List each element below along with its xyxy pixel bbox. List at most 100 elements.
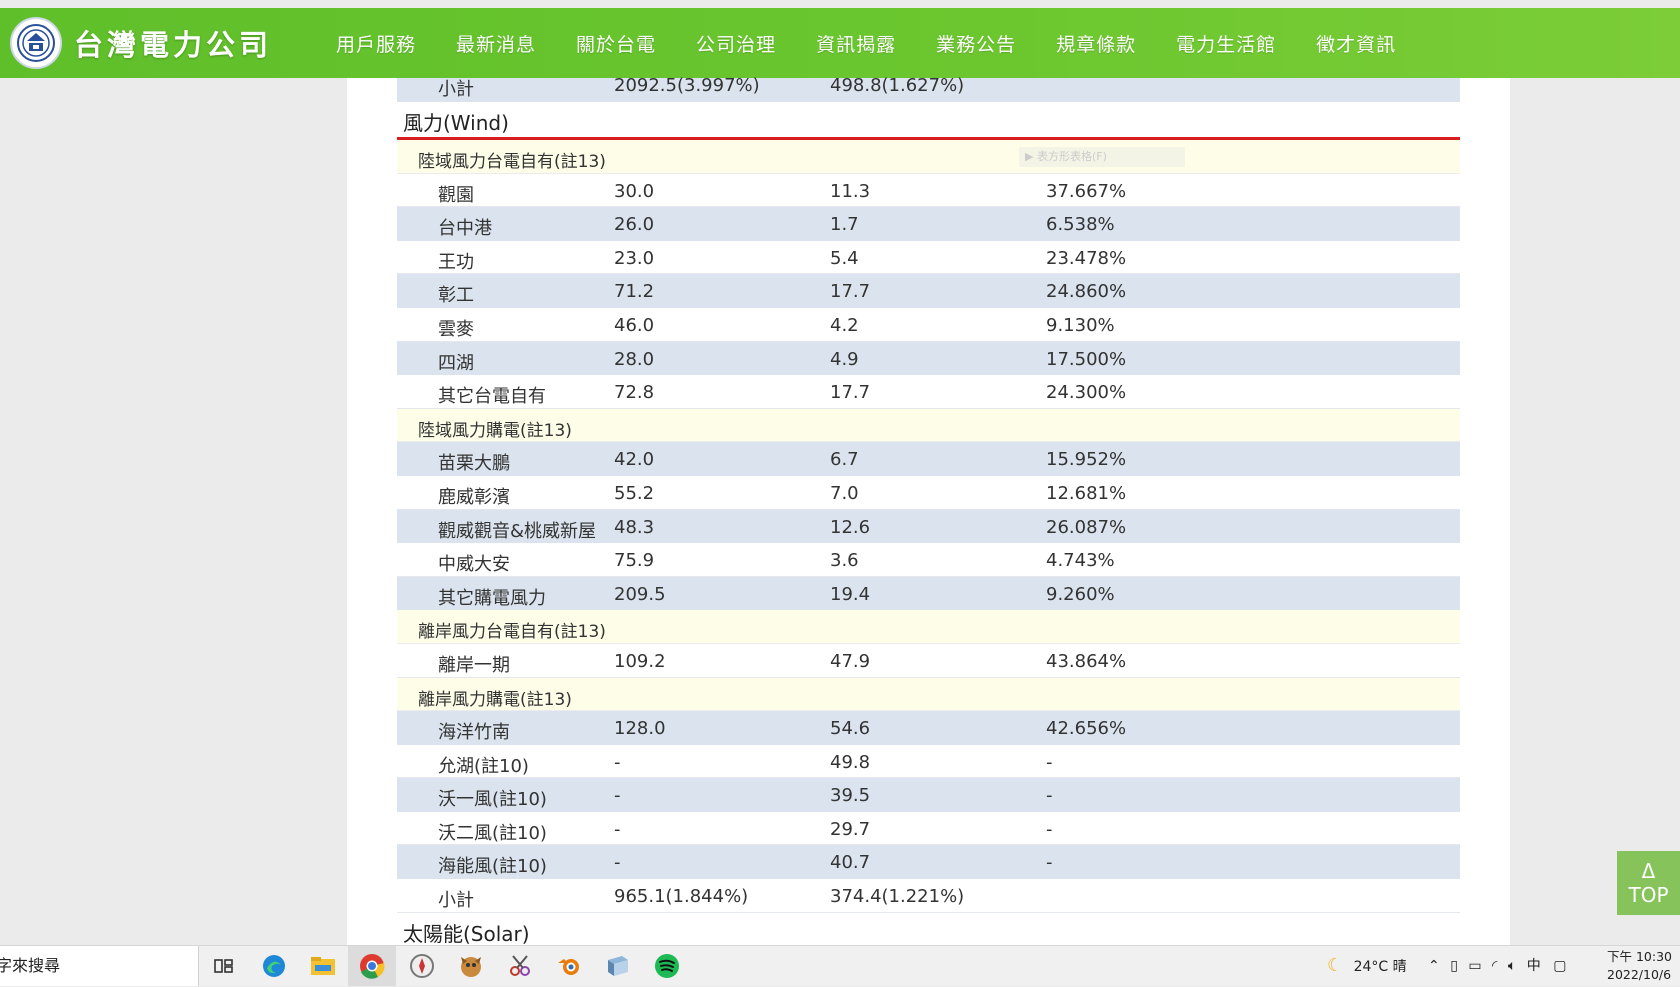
row-capacity: 42.0 xyxy=(614,449,655,471)
row-generation: 19.4 xyxy=(830,583,871,605)
row-capacity: 109.2 xyxy=(614,650,666,672)
nav-item-4[interactable]: 公司治理 xyxy=(696,30,776,57)
table-row: 觀園 30.0 11.3 37.667% xyxy=(397,173,1460,208)
book-app-icon[interactable] xyxy=(604,952,632,980)
row-generation: 17.7 xyxy=(830,382,871,404)
row-factor: 23.478% xyxy=(1046,247,1127,269)
group-header-row: 離岸風力台電自有(註13) xyxy=(397,610,1460,644)
row-name: 離岸一期 xyxy=(438,654,510,676)
row-generation: 11.3 xyxy=(830,180,871,202)
row-capacity: 46.0 xyxy=(614,314,655,336)
system-clock[interactable]: 下午 10:30 2022/10/6 xyxy=(1607,948,1672,984)
up-arrow-icon: Δ xyxy=(1641,859,1656,883)
chrome-browser-icon[interactable] xyxy=(358,952,386,980)
group-label: 離岸風力台電自有(註13) xyxy=(418,622,606,643)
row-generation: 29.7 xyxy=(830,818,871,840)
row-name: 雲麥 xyxy=(438,318,474,340)
compass-app-icon[interactable] xyxy=(408,952,436,980)
row-capacity: - xyxy=(614,818,621,840)
show-hidden-icons-icon[interactable]: ⌃ xyxy=(1428,958,1440,974)
row-capacity: 26.0 xyxy=(614,214,655,236)
task-view-icon[interactable] xyxy=(210,952,238,980)
row-factor: 15.952% xyxy=(1046,449,1127,471)
row-name: 台中港 xyxy=(438,218,492,240)
nav-item-6[interactable]: 業務公告 xyxy=(936,30,1016,57)
row-name: 其它台電自有 xyxy=(438,386,546,408)
row-capacity: 30.0 xyxy=(614,180,655,202)
group-header-row: 陸域風力購電(註13) xyxy=(397,408,1460,443)
taskbar-search-input[interactable]: 字來搜尋 xyxy=(0,946,199,986)
row-capacity: 72.8 xyxy=(614,382,655,404)
site-header: 台灣電力公司 用戶服務 最新消息 關於台電 公司治理 資訊揭露 業務公告 規章條款 電力生活館… xyxy=(0,8,1680,78)
blender-icon[interactable] xyxy=(555,952,583,980)
back-to-top-button[interactable]: Δ TOP xyxy=(1617,851,1680,915)
row-generation: 4.2 xyxy=(830,314,859,336)
nav-item-2[interactable]: 最新消息 xyxy=(456,30,536,57)
row-generation: 6.7 xyxy=(830,449,859,471)
top-label: TOP xyxy=(1628,883,1669,907)
table-row: 四湖 28.0 4.9 17.500% xyxy=(397,341,1460,376)
row-factor: 12.681% xyxy=(1046,482,1127,504)
table-row: 台中港 26.0 1.7 6.538% xyxy=(397,207,1460,241)
row-factor: - xyxy=(1046,852,1053,874)
row-generation: 498.8(1.627%) xyxy=(830,75,965,96)
row-name: 沃二風(註10) xyxy=(438,822,547,844)
row-generation: 17.7 xyxy=(830,281,871,303)
nav-item-1[interactable]: 用戶服務 xyxy=(336,30,416,57)
row-capacity: 71.2 xyxy=(614,281,655,303)
snipping-tool-icon[interactable] xyxy=(506,952,534,980)
table-row: 允湖(註10) - 49.8 - xyxy=(397,744,1460,779)
table-row: 雲麥 46.0 4.2 9.130% xyxy=(397,307,1460,342)
row-generation: 3.6 xyxy=(830,550,859,572)
row-name: 海洋竹南 xyxy=(438,722,510,744)
group-header-row: 離岸風力購電(註13) xyxy=(397,677,1460,712)
nav-item-3[interactable]: 關於台電 xyxy=(576,30,656,57)
table-row: 王功 23.0 5.4 23.478% xyxy=(397,240,1460,275)
weather-text: 24°C 晴 xyxy=(1353,959,1407,975)
weather-widget[interactable]: ☾ 24°C 晴 xyxy=(1327,946,1407,986)
row-generation: 39.5 xyxy=(830,785,871,807)
row-generation: 47.9 xyxy=(830,650,871,672)
nav-item-8[interactable]: 電力生活館 xyxy=(1176,30,1276,57)
table-row: 離岸一期 109.2 47.9 43.864% xyxy=(397,643,1460,678)
row-factor: 26.087% xyxy=(1046,516,1127,538)
nav-item-7[interactable]: 規章條款 xyxy=(1056,30,1136,57)
ime-indicator[interactable]: 中 xyxy=(1527,958,1541,974)
row-factor: 6.538% xyxy=(1046,214,1115,236)
usb-icon[interactable]: ▯ xyxy=(1450,958,1458,974)
row-generation: 54.6 xyxy=(830,718,871,740)
wifi-icon[interactable]: ◜ xyxy=(1492,958,1497,974)
nav-item-9[interactable]: 徵才資訊 xyxy=(1316,30,1396,57)
fox-app-icon[interactable] xyxy=(457,952,485,980)
ghost-overlay-text: ▶ 表方形表格(F) xyxy=(1019,147,1185,167)
row-factor: - xyxy=(1046,751,1053,773)
row-capacity: 209.5 xyxy=(614,583,666,605)
row-factor: 43.864% xyxy=(1046,650,1127,672)
row-generation: 1.7 xyxy=(830,214,859,236)
row-factor: 37.667% xyxy=(1046,180,1127,202)
edge-browser-icon[interactable] xyxy=(260,952,288,980)
notification-icon[interactable]: ▢ xyxy=(1553,958,1566,974)
site-logo[interactable]: 台灣電力公司 xyxy=(10,8,272,78)
table-row: 中威大安 75.9 3.6 4.743% xyxy=(397,543,1460,577)
row-capacity: 23.0 xyxy=(614,247,655,269)
row-name: 觀威觀音&桃威新屋 xyxy=(438,520,597,542)
row-generation: 4.9 xyxy=(830,348,859,370)
row-name: 彰工 xyxy=(438,285,474,307)
company-name: 台灣電力公司 xyxy=(74,28,273,62)
spotify-icon[interactable] xyxy=(653,952,681,980)
row-name: 允湖(註10) xyxy=(438,755,529,777)
row-generation: 40.7 xyxy=(830,852,871,874)
battery-icon[interactable]: ▭ xyxy=(1468,958,1481,974)
row-capacity: 75.9 xyxy=(614,550,655,572)
volume-icon[interactable]: 🔈︎ xyxy=(1508,958,1516,974)
nav-item-5[interactable]: 資訊揭露 xyxy=(816,30,896,57)
file-explorer-icon[interactable] xyxy=(309,952,337,980)
row-generation: 7.0 xyxy=(830,482,859,504)
row-factor: - xyxy=(1046,818,1053,840)
row-name: 小計 xyxy=(438,79,474,100)
row-name: 其它購電風力 xyxy=(438,587,546,609)
row-factor: - xyxy=(1046,785,1053,807)
row-capacity: - xyxy=(614,852,621,874)
clock-date: 2022/10/6 xyxy=(1607,967,1672,982)
